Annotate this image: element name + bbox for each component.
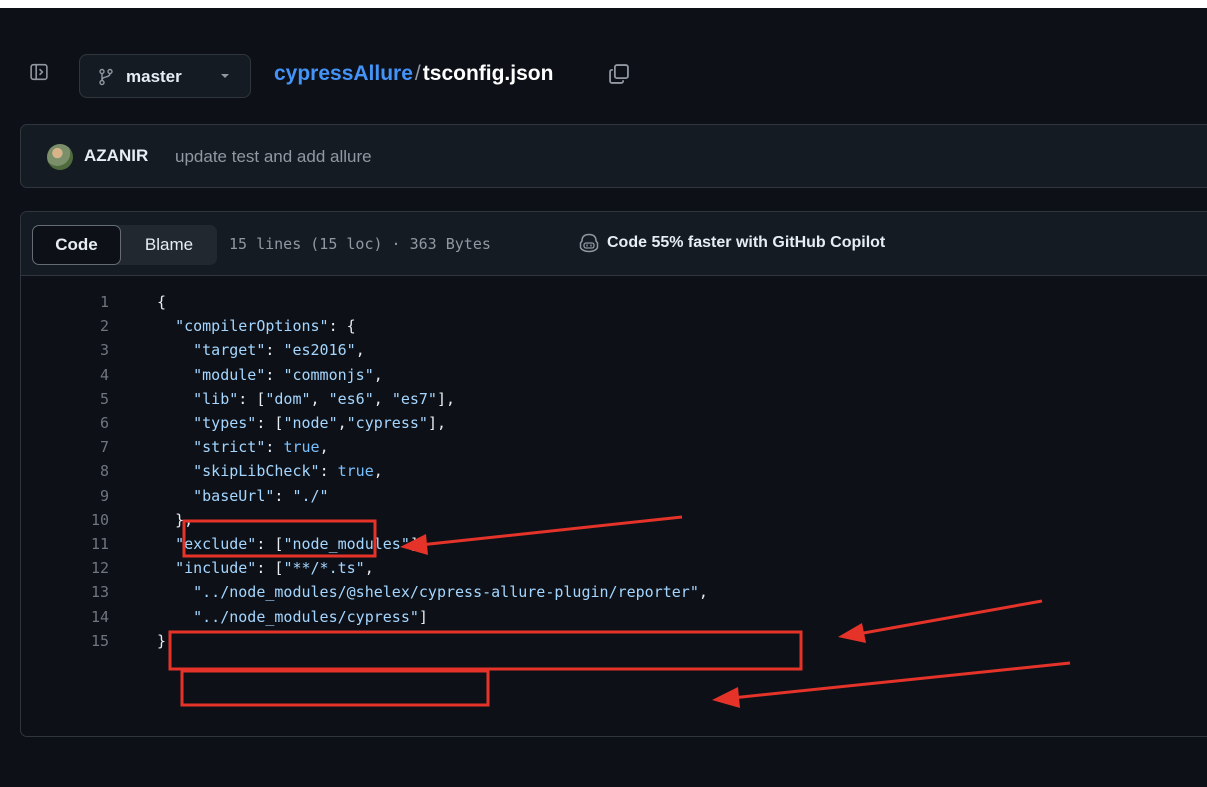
code-text: "../node_modules/@shelex/cypress-allure-…	[193, 583, 708, 602]
commit-message[interactable]: update test and add allure	[175, 147, 372, 167]
code-line: 4 "module": "commonjs",	[21, 363, 1207, 387]
line-number[interactable]: 14	[21, 605, 109, 629]
line-number[interactable]: 6	[21, 411, 109, 435]
code-text: {	[157, 293, 167, 311]
code-text: "exclude": ["node_modules"],	[175, 535, 428, 553]
breadcrumb-repo-link[interactable]: cypressAllure	[274, 62, 413, 85]
line-number[interactable]: 11	[21, 532, 109, 556]
top-strip	[0, 0, 1207, 8]
panel-toggle-icon[interactable]	[30, 63, 48, 81]
code-line: 9 "baseUrl": "./"	[21, 484, 1207, 508]
file-meta: 15 lines (15 loc) · 363 Bytes	[229, 235, 491, 253]
line-number[interactable]: 8	[21, 459, 109, 483]
code-line: 8 "skipLibCheck": true,	[21, 459, 1207, 483]
avatar[interactable]	[47, 144, 73, 170]
code-text: "skipLibCheck": true,	[193, 462, 383, 481]
code-text: "baseUrl": "./"	[193, 486, 329, 505]
line-number[interactable]: 12	[21, 556, 109, 580]
latest-commit-bar: AZANIR update test and add allure	[20, 124, 1207, 188]
code-text: "include": ["**/*.ts",	[175, 559, 374, 578]
code-line: 5 "lib": ["dom", "es6", "es7"],	[21, 387, 1207, 411]
code-viewer-header: Code Blame 15 lines (15 loc) · 363 Bytes…	[21, 212, 1207, 276]
line-number[interactable]: 10	[21, 508, 109, 532]
line-number[interactable]: 3	[21, 338, 109, 362]
code-line: 6 "types": ["node","cypress"],	[21, 411, 1207, 435]
copy-icon[interactable]	[608, 63, 630, 85]
breadcrumb: cypressAllure/tsconfig.json	[274, 62, 553, 86]
tab-code[interactable]: Code	[32, 225, 121, 265]
code-line: 3 "target": "es2016",	[21, 338, 1207, 362]
code-text: "../node_modules/cypress"]	[193, 607, 428, 626]
code-text: "module": "commonjs",	[193, 365, 383, 384]
branch-name: master	[126, 67, 182, 86]
code-line: 15}	[21, 629, 1207, 653]
line-number[interactable]: 7	[21, 435, 109, 459]
line-number[interactable]: 5	[21, 387, 109, 411]
caret-down-icon	[221, 74, 229, 78]
code-line: 14 "../node_modules/cypress"]	[21, 605, 1207, 629]
copilot-promo-link[interactable]: Code 55% faster with GitHub Copilot	[607, 234, 885, 252]
code-line: 2 "compilerOptions": {	[21, 314, 1207, 338]
breadcrumb-file: tsconfig.json	[422, 62, 554, 85]
code-text: }	[157, 631, 167, 650]
line-number[interactable]: 9	[21, 484, 109, 508]
tab-blame[interactable]: Blame	[121, 225, 217, 265]
code-viewer: Code Blame 15 lines (15 loc) · 363 Bytes…	[20, 211, 1207, 737]
commit-author[interactable]: AZANIR	[84, 146, 148, 166]
code-line: 1{	[21, 290, 1207, 314]
line-number[interactable]: 1	[21, 290, 109, 314]
branch-selector[interactable]: master	[79, 54, 251, 98]
code-line: 12 "include": ["**/*.ts",	[21, 556, 1207, 580]
code-line: 7 "strict": true,	[21, 435, 1207, 459]
code-text: "types": ["node","cypress"],	[193, 414, 446, 432]
breadcrumb-separator: /	[414, 62, 421, 85]
view-toggle: Code Blame	[32, 225, 217, 265]
code-line: 11 "exclude": ["node_modules"],	[21, 532, 1207, 556]
code-text: "target": "es2016",	[193, 341, 365, 360]
line-number[interactable]: 15	[21, 629, 109, 653]
copilot-icon	[579, 233, 599, 253]
line-number[interactable]: 13	[21, 580, 109, 604]
code-line: 10 },	[21, 508, 1207, 532]
line-number[interactable]: 4	[21, 363, 109, 387]
git-branch-icon	[99, 68, 113, 86]
code-text: },	[175, 510, 194, 529]
code-line: 13 "../node_modules/@shelex/cypress-allu…	[21, 580, 1207, 604]
code-text: "compilerOptions": {	[175, 317, 356, 336]
code-text: "lib": ["dom", "es6", "es7"],	[193, 389, 456, 408]
line-number[interactable]: 2	[21, 314, 109, 338]
code-text: "strict": true,	[193, 438, 329, 457]
